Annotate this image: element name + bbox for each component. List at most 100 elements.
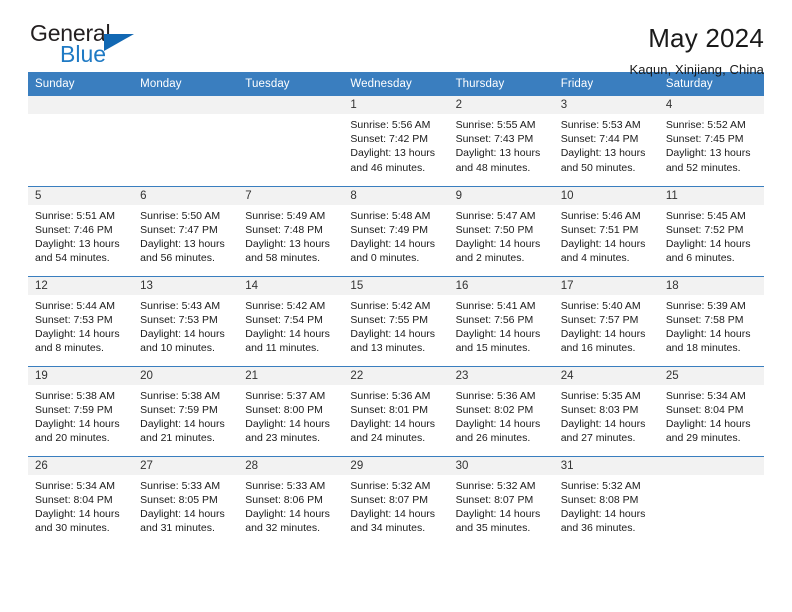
daylight-duration-line2: and 21 minutes.	[140, 432, 215, 445]
daylight-duration-line1: Daylight: 14 hours	[455, 507, 541, 520]
sunrise-time: Sunrise: 5:36 AM	[350, 389, 431, 402]
sunset-time: Sunset: 8:06 PM	[245, 493, 323, 506]
daylight-duration-line1: Daylight: 14 hours	[560, 417, 646, 430]
daylight-duration-line1: Daylight: 14 hours	[665, 417, 751, 430]
sunrise-time: Sunrise: 5:53 AM	[560, 119, 641, 131]
day-number: 13	[133, 276, 239, 295]
daylight-duration-line1: Daylight: 14 hours	[560, 507, 646, 520]
daylight-duration-line2: and 4 minutes.	[560, 252, 630, 265]
sunrise-time: Sunrise: 5:40 AM	[560, 299, 641, 312]
sunrise-time: Sunrise: 5:50 AM	[140, 209, 221, 222]
day-number: 26	[28, 456, 134, 475]
sunrise-time: Sunrise: 5:43 AM	[140, 299, 221, 312]
day-details: Sunrise: 5:32 AM Sunset: 8:07 PM Daylight:…	[343, 475, 448, 536]
day-number: 16	[448, 276, 554, 295]
daylight-duration-line2: and 23 minutes.	[245, 432, 320, 445]
calendar-day-cell[interactable]: 2 Sunrise: 5:55 AM Sunset: 7:43 PM Daylight…	[448, 96, 554, 186]
calendar-week-row: 12 Sunrise: 5:44 AM Sunset: 7:53 PM Dayligh…	[28, 275, 764, 366]
sunset-time: Sunset: 7:56 PM	[455, 313, 534, 326]
daylight-duration-line1: Daylight: 14 hours	[455, 327, 541, 340]
calendar-day-cell[interactable]: 5 Sunrise: 5:51 AM Sunset: 7:46 PM Daylight…	[28, 185, 134, 276]
sunrise-time: Sunrise: 5:36 AM	[455, 389, 536, 402]
day-details: Sunrise: 5:50 AM Sunset: 7:47 PM Daylight:…	[133, 205, 238, 266]
calendar-day-cell[interactable]: 29 Sunrise: 5:32 AM Sunset: 8:07 PM Dayligh…	[343, 455, 449, 546]
daylight-duration-line2: and 0 minutes.	[350, 252, 420, 265]
calendar-day-cell[interactable]: 25 Sunrise: 5:34 AM Sunset: 8:04 PM Dayligh…	[658, 365, 764, 456]
calendar-day-cell[interactable]: 3 Sunrise: 5:53 AM Sunset: 7:44 PM Daylight…	[553, 96, 659, 186]
calendar-week-row: 19 Sunrise: 5:38 AM Sunset: 7:59 PM Dayligh…	[28, 365, 764, 456]
daylight-duration-line2: and 18 minutes.	[665, 342, 741, 355]
calendar-day-cell[interactable]: 22 Sunrise: 5:36 AM Sunset: 8:01 PM Dayligh…	[343, 365, 449, 456]
calendar-day-cell[interactable]: 6 Sunrise: 5:50 AM Sunset: 7:47 PM Daylight…	[133, 185, 239, 276]
calendar-day-cell-empty	[28, 96, 134, 186]
daylight-duration-line1: Daylight: 14 hours	[455, 417, 541, 430]
calendar-body: 1 Sunrise: 5:56 AM Sunset: 7:42 PM Daylight…	[28, 96, 764, 546]
daylight-duration-line2: and 29 minutes.	[665, 432, 741, 445]
daylight-duration-line1: Daylight: 13 hours	[350, 147, 436, 160]
calendar-day-cell[interactable]: 26 Sunrise: 5:34 AM Sunset: 8:04 PM Dayligh…	[28, 455, 134, 546]
day-number	[133, 96, 239, 114]
calendar-day-cell[interactable]: 10 Sunrise: 5:46 AM Sunset: 7:51 PM Dayligh…	[553, 185, 659, 276]
calendar-day-cell[interactable]: 11 Sunrise: 5:45 AM Sunset: 7:52 PM Dayligh…	[658, 185, 764, 276]
daylight-duration-line1: Daylight: 14 hours	[140, 507, 225, 520]
sunset-time: Sunset: 7:52 PM	[665, 223, 744, 236]
day-number: 31	[553, 456, 659, 475]
daylight-duration-line2: and 54 minutes.	[35, 252, 110, 265]
daylight-duration-line2: and 48 minutes.	[455, 161, 531, 174]
calendar-day-cell[interactable]: 1 Sunrise: 5:56 AM Sunset: 7:42 PM Daylight…	[343, 96, 449, 186]
day-number: 14	[238, 276, 344, 295]
sunrise-time: Sunrise: 5:55 AM	[455, 119, 536, 131]
calendar-day-cell[interactable]: 30 Sunrise: 5:32 AM Sunset: 8:07 PM Dayligh…	[448, 455, 554, 546]
sunrise-time: Sunrise: 5:32 AM	[455, 479, 536, 492]
calendar-day-cell[interactable]: 21 Sunrise: 5:37 AM Sunset: 8:00 PM Dayligh…	[238, 365, 344, 456]
daylight-duration-line1: Daylight: 14 hours	[350, 327, 436, 340]
day-details: Sunrise: 5:53 AM Sunset: 7:44 PM Daylight:…	[554, 114, 659, 175]
calendar-day-cell[interactable]: 20 Sunrise: 5:38 AM Sunset: 7:59 PM Dayligh…	[133, 365, 239, 456]
calendar-day-cell[interactable]: 7 Sunrise: 5:49 AM Sunset: 7:48 PM Daylight…	[238, 185, 344, 276]
calendar-day-cell[interactable]: 12 Sunrise: 5:44 AM Sunset: 7:53 PM Dayligh…	[28, 275, 134, 366]
day-number: 6	[133, 186, 239, 205]
day-details: Sunrise: 5:36 AM Sunset: 8:01 PM Daylight:…	[343, 385, 448, 446]
day-details: Sunrise: 5:32 AM Sunset: 8:08 PM Daylight:…	[554, 475, 659, 536]
sunset-time: Sunset: 8:00 PM	[245, 403, 323, 416]
calendar-day-cell[interactable]: 16 Sunrise: 5:41 AM Sunset: 7:56 PM Dayligh…	[448, 275, 554, 366]
sunset-time: Sunset: 8:01 PM	[350, 403, 429, 416]
calendar-day-cell[interactable]: 23 Sunrise: 5:36 AM Sunset: 8:02 PM Dayligh…	[448, 365, 554, 456]
weekday-header-wednesday: Wednesday	[343, 72, 449, 96]
calendar-day-cell[interactable]: 13 Sunrise: 5:43 AM Sunset: 7:53 PM Dayligh…	[133, 275, 239, 366]
calendar-day-cell[interactable]: 15 Sunrise: 5:42 AM Sunset: 7:55 PM Dayligh…	[343, 275, 449, 366]
daylight-duration-line2: and 52 minutes.	[665, 161, 741, 174]
calendar-day-cell[interactable]: 18 Sunrise: 5:39 AM Sunset: 7:58 PM Dayligh…	[658, 275, 764, 366]
daylight-duration-line1: Daylight: 14 hours	[245, 507, 330, 520]
calendar-week-row: 1 Sunrise: 5:56 AM Sunset: 7:42 PM Daylight…	[28, 96, 764, 186]
day-details: Sunrise: 5:40 AM Sunset: 7:57 PM Daylight:…	[554, 295, 659, 356]
daylight-duration-line2: and 31 minutes.	[140, 522, 215, 535]
daylight-duration-line2: and 30 minutes.	[35, 522, 110, 535]
calendar-day-cell[interactable]: 8 Sunrise: 5:48 AM Sunset: 7:49 PM Daylight…	[343, 185, 449, 276]
calendar-day-cell[interactable]: 14 Sunrise: 5:42 AM Sunset: 7:54 PM Dayligh…	[238, 275, 344, 366]
calendar-day-cell[interactable]: 9 Sunrise: 5:47 AM Sunset: 7:50 PM Daylight…	[448, 185, 554, 276]
calendar-day-cell[interactable]: 28 Sunrise: 5:33 AM Sunset: 8:06 PM Dayligh…	[238, 455, 344, 546]
sunrise-time: Sunrise: 5:41 AM	[455, 299, 536, 312]
sunrise-sunset-calendar: Sunday Monday Tuesday Wednesday Thursday…	[28, 72, 764, 546]
calendar-day-cell[interactable]: 19 Sunrise: 5:38 AM Sunset: 7:59 PM Dayligh…	[28, 365, 134, 456]
calendar-day-cell[interactable]: 31 Sunrise: 5:32 AM Sunset: 8:08 PM Dayligh…	[553, 455, 659, 546]
calendar-week-row: 26 Sunrise: 5:34 AM Sunset: 8:04 PM Dayligh…	[28, 455, 764, 546]
calendar-day-cell[interactable]: 17 Sunrise: 5:40 AM Sunset: 7:57 PM Dayligh…	[553, 275, 659, 366]
sunrise-time: Sunrise: 5:32 AM	[560, 479, 641, 492]
day-number: 18	[658, 276, 764, 295]
general-blue-logo[interactable]: General Blue	[28, 22, 148, 76]
daylight-duration-line1: Daylight: 14 hours	[560, 327, 646, 340]
day-details: Sunrise: 5:33 AM Sunset: 8:06 PM Daylight:…	[238, 475, 343, 536]
day-number: 24	[553, 366, 659, 385]
daylight-duration-line1: Daylight: 14 hours	[140, 327, 225, 340]
calendar-day-cell[interactable]: 27 Sunrise: 5:33 AM Sunset: 8:05 PM Dayligh…	[133, 455, 239, 546]
daylight-duration-line2: and 58 minutes.	[245, 252, 320, 265]
daylight-duration-line1: Daylight: 14 hours	[560, 237, 646, 250]
day-details: Sunrise: 5:48 AM Sunset: 7:49 PM Daylight:…	[343, 205, 448, 266]
calendar-day-cell[interactable]: 4 Sunrise: 5:52 AM Sunset: 7:45 PM Daylight…	[658, 96, 764, 186]
daylight-duration-line2: and 32 minutes.	[245, 522, 320, 535]
calendar-day-cell[interactable]: 24 Sunrise: 5:35 AM Sunset: 8:03 PM Dayligh…	[553, 365, 659, 456]
day-details: Sunrise: 5:34 AM Sunset: 8:04 PM Daylight:…	[28, 475, 133, 536]
day-number: 9	[448, 186, 554, 205]
